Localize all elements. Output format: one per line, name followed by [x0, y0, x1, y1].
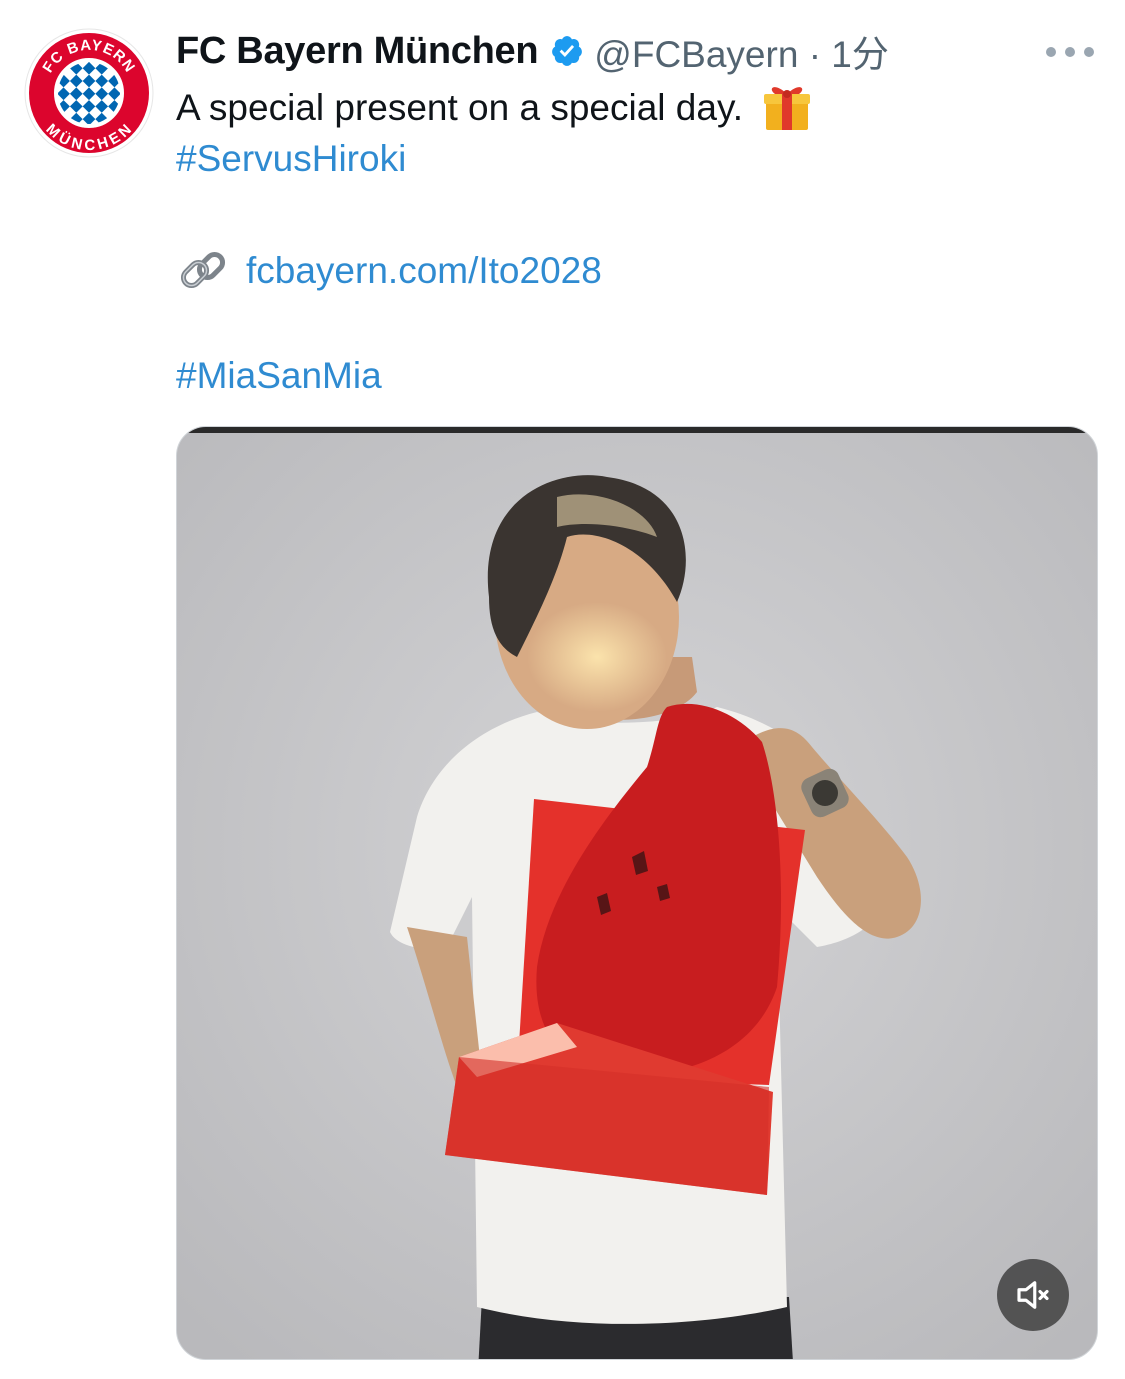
link-line: fcbayern.com/Ito2028: [176, 246, 602, 296]
tweet-text: A special present on a special day.: [176, 86, 743, 128]
more-dot: [1065, 47, 1075, 57]
video-frame-image: [177, 427, 1097, 1359]
author-handle-and-time[interactable]: @FCBayern · 1分: [594, 24, 889, 78]
fc-bayern-logo: FC BAYERN MÜNCHEN: [24, 28, 154, 158]
author-avatar[interactable]: FC BAYERN MÜNCHEN: [24, 28, 154, 158]
hashtag-servushiroki[interactable]: #ServusHiroki: [176, 136, 406, 182]
more-dot: [1084, 47, 1094, 57]
tweet-header: FC Bayern München @FCBayern · 1分: [176, 28, 889, 76]
more-dot: [1046, 47, 1056, 57]
hashtag-miasanmia[interactable]: #MiaSanMia: [176, 353, 382, 399]
link-emoji-icon: [180, 251, 226, 289]
verified-badge-icon: [552, 36, 583, 66]
more-options-icon[interactable]: [1046, 40, 1094, 64]
tweet-text-line: A special present on a special day.: [176, 84, 813, 136]
author-name[interactable]: FC Bayern München: [176, 30, 539, 73]
gift-emoji-icon: [764, 87, 811, 130]
tweet-video[interactable]: [176, 426, 1098, 1360]
tweet-link[interactable]: fcbayern.com/Ito2028: [246, 248, 602, 294]
speaker-off-glyph: [1017, 1281, 1049, 1309]
muted-speaker-icon[interactable]: [997, 1259, 1069, 1331]
